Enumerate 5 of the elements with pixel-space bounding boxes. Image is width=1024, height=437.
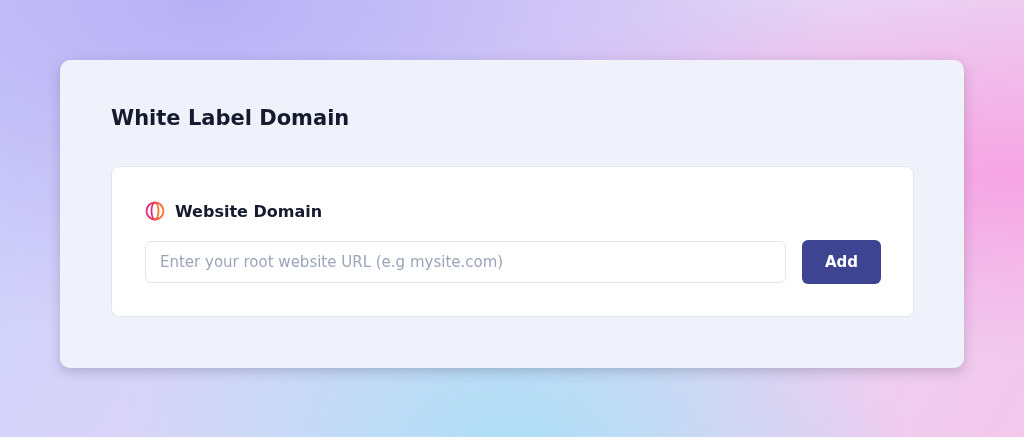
add-button[interactable]: Add: [802, 240, 881, 284]
page-title: White Label Domain: [111, 105, 351, 132]
globe-icon: [145, 201, 165, 221]
section-heading: Website Domain: [175, 201, 323, 221]
url-input-field[interactable]: Enter your root website URL (e.g mysite.com): [145, 241, 786, 283]
